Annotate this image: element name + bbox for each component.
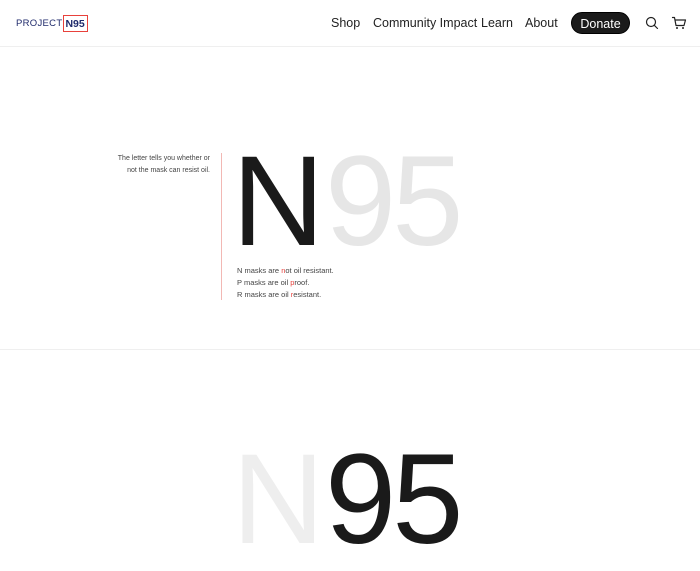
cart-icon[interactable] <box>671 15 687 31</box>
logo-n95-text: N95 <box>63 14 88 32</box>
hero-letter-n: N <box>232 130 324 273</box>
nav-community-impact[interactable]: Community Impact <box>373 13 477 33</box>
nav-about[interactable]: About <box>525 13 558 33</box>
mask-line-n: N masks are not oil resistant. <box>237 266 334 275</box>
mask-line-p: P masks are oil proof. <box>237 278 310 287</box>
project-n95-logo[interactable]: PROJECT N95 <box>16 14 88 32</box>
donate-button[interactable]: Donate <box>571 12 630 34</box>
search-icon[interactable] <box>644 15 660 31</box>
nav-shop[interactable]: Shop <box>331 13 360 33</box>
section2-digits-95: 95 <box>325 428 463 571</box>
vertical-accent-line <box>221 153 222 300</box>
side-note: The letter tells you whether or not the … <box>100 153 210 176</box>
nav-learn[interactable]: Learn <box>481 13 513 33</box>
site-header: PROJECT N95 Shop Community Impact Learn … <box>0 0 700 47</box>
mask-line-r: R masks are oil resistant. <box>237 290 322 299</box>
hero-digits-95: 95 <box>325 130 463 273</box>
section-divider <box>0 349 700 350</box>
mask-type-list: N masks are not oil resistant. P masks a… <box>237 265 334 301</box>
logo-project-text: PROJECT <box>16 17 63 29</box>
side-note-line-1: The letter tells you whether or <box>117 155 210 162</box>
side-note-line-2: not the mask can resist oil. <box>127 166 210 174</box>
section2-letter-n: N <box>232 428 324 571</box>
